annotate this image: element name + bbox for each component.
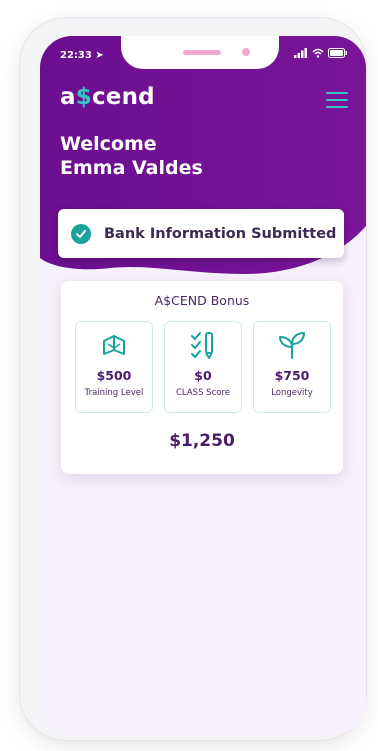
bonus-tile-longevity[interactable]: $750 Longevity	[253, 321, 331, 413]
signal-icon	[294, 48, 307, 58]
bonus-tile-training-level[interactable]: $500 Training Level	[75, 321, 153, 413]
welcome-line: Welcome	[60, 133, 157, 155]
bonus-label: Training Level	[84, 388, 144, 398]
sprout-icon	[254, 328, 330, 362]
app-screen: 22:33 ➤ a$cend Welcome Emma Valdes Bank …	[40, 36, 366, 734]
phone-frame: 22:33 ➤ a$cend Welcome Emma Valdes Bank …	[20, 18, 366, 740]
status-icons	[294, 48, 348, 58]
bonus-total: $1,250	[169, 431, 235, 451]
bonus-card: A$CEND Bonus $500 Training Level $0 CLAS…	[61, 281, 343, 474]
bank-info-banner: Bank Information Submitted	[58, 209, 344, 258]
book-icon	[76, 328, 152, 362]
hamburger-menu-icon[interactable]	[326, 91, 348, 109]
speaker-grille	[183, 50, 221, 55]
bonus-label: CLASS Score	[176, 388, 230, 398]
checklist-icon	[165, 328, 241, 362]
bonus-amount: $500	[96, 368, 132, 383]
banner-text: Bank Information Submitted	[104, 225, 337, 242]
status-time: 22:33 ➤	[60, 50, 104, 61]
wifi-icon	[312, 48, 324, 58]
user-name: Emma Valdes	[60, 157, 203, 179]
app-logo: a$cend	[60, 84, 155, 110]
battery-icon	[328, 48, 347, 58]
location-arrow-icon: ➤	[95, 50, 104, 61]
bonus-title: A$CEND Bonus	[154, 293, 250, 308]
front-camera	[242, 48, 250, 56]
bonus-amount: $0	[194, 368, 212, 383]
bonus-tile-class-score[interactable]: $0 CLASS Score	[164, 321, 242, 413]
check-circle-icon	[71, 223, 91, 244]
bonus-label: Longevity	[271, 388, 313, 398]
device-notch	[121, 36, 279, 69]
welcome-heading: Welcome Emma Valdes	[60, 132, 203, 180]
bonus-amount: $750	[274, 368, 310, 383]
